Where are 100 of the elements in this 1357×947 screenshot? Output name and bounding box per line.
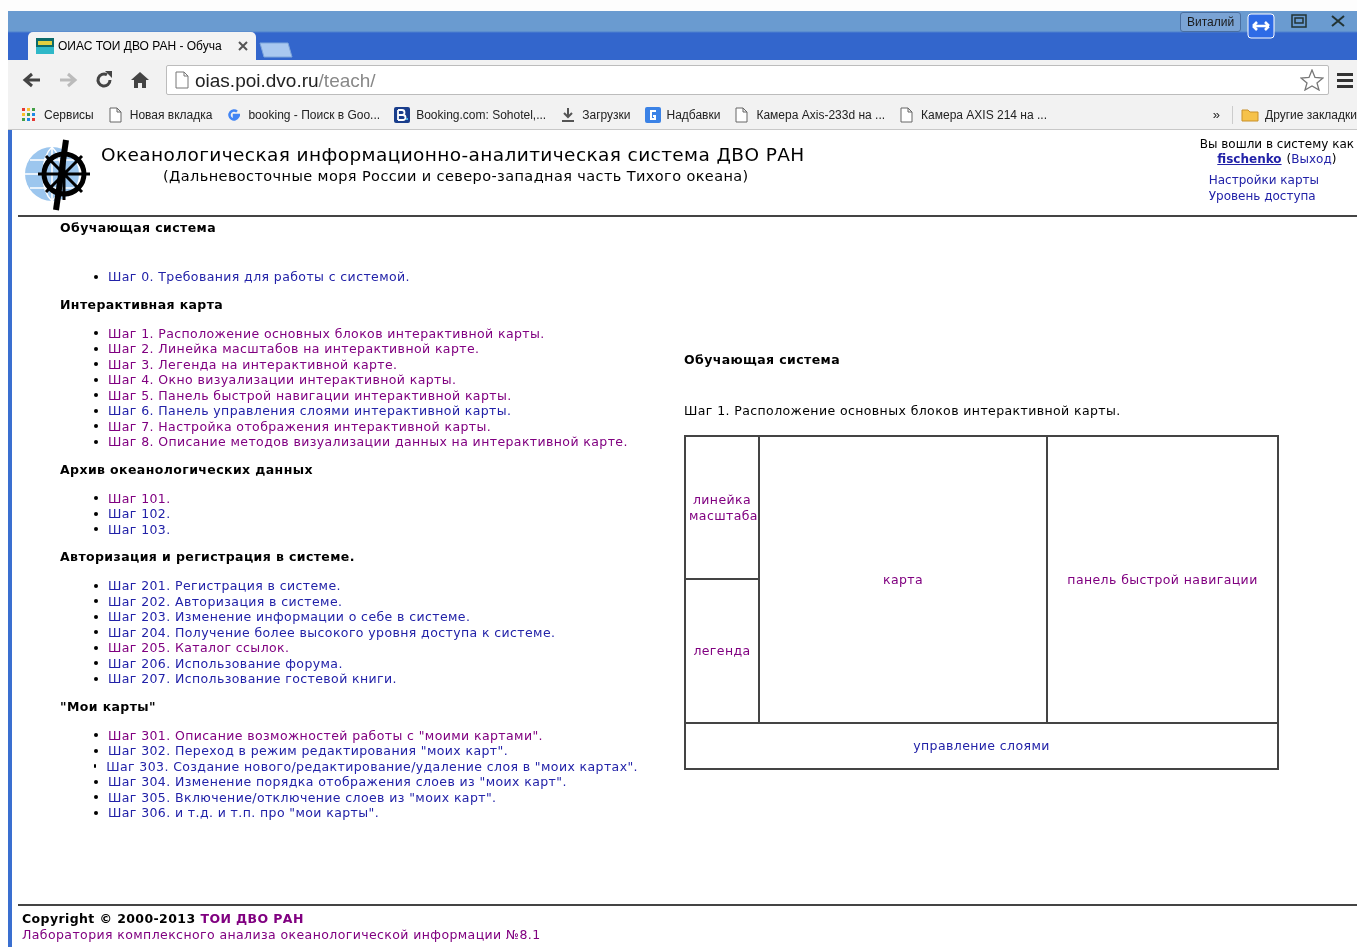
step-link[interactable]: Шаг 102.	[108, 506, 171, 522]
profile-button[interactable]: Виталий	[1180, 12, 1242, 32]
step-link[interactable]: Шаг 0. Требования для работы с системой.	[108, 269, 410, 285]
diagram-block-link[interactable]: линейка масштаба	[689, 491, 755, 524]
bullet-icon	[94, 408, 98, 413]
step-link[interactable]: Шаг 3. Легенда на интерактивной карте.	[108, 356, 398, 372]
close-icon[interactable]	[238, 41, 248, 51]
bookmark-item[interactable]: Камера Axis-233d на ...	[734, 105, 886, 124]
bookmark-item[interactable]: Камера AXIS 214 на ...	[899, 105, 1047, 124]
bullet-icon	[94, 331, 98, 336]
page-icon	[107, 106, 124, 123]
apps-grid-icon	[22, 106, 38, 123]
bullet-icon	[94, 733, 98, 738]
step-link[interactable]: Шаг 2. Линейка масштабов на интерактивной карте.	[108, 341, 480, 357]
bullet-icon	[94, 795, 98, 800]
resize-icon[interactable]	[1247, 13, 1275, 39]
bookmark-item[interactable]: Новая вкладка	[107, 105, 213, 124]
more-bookmarks-button[interactable]: »	[1212, 104, 1221, 125]
tab-title: ОИАС ТОИ ДВО РАН - Обуча	[58, 38, 222, 55]
bullet-icon	[94, 614, 98, 619]
reload-icon[interactable]	[94, 70, 114, 90]
step-link[interactable]: Шаг 201. Регистрация в системе.	[108, 578, 341, 594]
step-link[interactable]: Шаг 5. Панель быстрой навигации интерактивной карты.	[108, 387, 512, 403]
bullet-icon	[94, 346, 98, 351]
bullet-icon	[94, 377, 98, 382]
step-link[interactable]: Шаг 204. Получение более высокого уровня доступа к системе.	[108, 624, 556, 640]
step-link[interactable]: Шаг 1. Расположение основных блоков интерактивной карты.	[108, 325, 545, 341]
org-link[interactable]: ТОИ ДВО РАН	[200, 911, 304, 927]
step-link[interactable]: Шаг 4. Окно визуализации интерактивной карты.	[108, 372, 457, 388]
site-subtitle: (Дальневосточные моря России и северо-западная часть Тихого океана)	[162, 167, 750, 186]
bookmark-item[interactable]: Booking.com: Sohotel,...	[394, 105, 547, 124]
step-link[interactable]: Шаг 207. Использование гостевой книги.	[108, 671, 397, 687]
bookmark-item[interactable]: Сервисы	[22, 105, 94, 124]
bullet-icon	[94, 496, 98, 501]
step-link[interactable]: Шаг 303. Создание нового/редактирование/удаление слоя в "моих картах".	[106, 758, 638, 774]
address-bar[interactable]: oias.poi.dvo.ru/teach/	[166, 65, 1329, 95]
step-link[interactable]: Шаг 306. и т.д. и т.п. про "мои карты".	[108, 805, 380, 821]
site-title: Океанологическая информационно-аналитическая система ДВО РАН	[101, 144, 805, 166]
bullet-icon	[94, 393, 98, 398]
url-host: oias.poi.dvo.ru	[195, 70, 319, 90]
step-link[interactable]: Шаг 6. Панель управления слоями интерактивной карты.	[108, 403, 512, 419]
section-heading: Архив океанологических данных	[60, 461, 314, 478]
bullet-icon	[94, 661, 98, 666]
bookmark-item[interactable]: Надбавки	[644, 105, 721, 124]
parenthesis-text: (	[1286, 151, 1292, 167]
close-icon[interactable]	[1330, 15, 1346, 27]
bullet-icon	[94, 583, 98, 588]
new-tab-button[interactable]	[258, 42, 294, 58]
step-link[interactable]: Шаг 103.	[108, 521, 171, 537]
step-link[interactable]: Шаг 206. Использование форума.	[108, 655, 343, 671]
bullet-icon	[94, 274, 98, 279]
lesson-caption: Шаг 1. Расположение основных блоков интерактивной карты.	[684, 401, 1122, 420]
step-link[interactable]: Шаг 302. Переход в режим редактирования "моих карт".	[108, 743, 509, 759]
back-icon[interactable]	[22, 71, 42, 89]
diagram-block-link[interactable]: панель быстрой навигации	[1067, 571, 1258, 588]
step-link[interactable]: Шаг 203. Изменение информации о себе в системе.	[108, 609, 471, 625]
diagram-block-link[interactable]: легенда	[693, 643, 751, 660]
header-link[interactable]: Уровень доступа	[1208, 188, 1316, 204]
bullet-icon	[94, 511, 98, 516]
home-icon[interactable]	[130, 71, 150, 89]
step-link[interactable]: Шаг 305. Включение/отключение слоев из "моих карт".	[108, 789, 497, 805]
bullet-icon	[94, 779, 98, 784]
bullet-icon	[94, 599, 98, 604]
copyright-text: Copyright © 2000-2013	[22, 911, 196, 927]
bookmark-item[interactable]: Загрузки	[560, 105, 631, 124]
step-link[interactable]: Шаг 202. Авторизация в системе.	[108, 593, 343, 609]
page-icon	[175, 71, 189, 89]
menu-icon[interactable]	[1337, 72, 1353, 88]
bullet-icon	[94, 676, 98, 681]
login-status-text: Вы вошли в систему как	[1199, 136, 1354, 152]
url-path: /teach/	[318, 70, 376, 90]
other-bookmarks-folder[interactable]: Другие закладки	[1232, 105, 1357, 124]
site-favicon-icon	[36, 38, 54, 54]
restore-icon[interactable]	[1289, 14, 1309, 28]
step-link[interactable]: Шаг 205. Каталог ссылок.	[108, 640, 290, 656]
page-icon	[899, 106, 916, 123]
g-square-icon	[644, 106, 661, 123]
bullet-icon	[94, 764, 97, 769]
browser-tab[interactable]: ОИАС ТОИ ДВО РАН - Обуча	[28, 32, 256, 60]
bookmark-item[interactable]: booking - Поиск в Goo...	[226, 105, 381, 124]
bullet-icon	[94, 362, 98, 367]
bullet-icon	[94, 748, 98, 753]
header-link[interactable]: Настройки карты	[1208, 172, 1319, 188]
section-heading: Интерактивная карта	[60, 296, 225, 313]
step-link[interactable]: Шаг 304. Изменение порядка отображения слоев из "моих карт".	[108, 774, 567, 790]
folder-icon	[1241, 107, 1260, 122]
username-link[interactable]: fischenko	[1217, 151, 1282, 167]
bullet-icon	[94, 810, 98, 815]
download-icon	[560, 106, 577, 123]
logout-link[interactable]: Выход	[1291, 151, 1332, 167]
diagram-block-link[interactable]: управление слоями	[913, 738, 1050, 755]
lab-link[interactable]: Лаборатория комплексного анализа океанологической информации №8.1	[22, 927, 541, 943]
step-link[interactable]: Шаг 101.	[108, 490, 171, 506]
step-link[interactable]: Шаг 7. Настройка отображения интерактивной карты.	[108, 418, 492, 434]
step-link[interactable]: Шаг 8. Описание методов визуализации данных на интерактивной карте.	[108, 434, 628, 450]
star-icon[interactable]	[1300, 69, 1324, 91]
diagram-block-link[interactable]: карта	[882, 571, 924, 588]
parenthesis-text: )	[1331, 151, 1337, 167]
step-link[interactable]: Шаг 301. Описание возможностей работы с "моими картами".	[108, 727, 543, 743]
bullet-icon	[94, 630, 98, 635]
